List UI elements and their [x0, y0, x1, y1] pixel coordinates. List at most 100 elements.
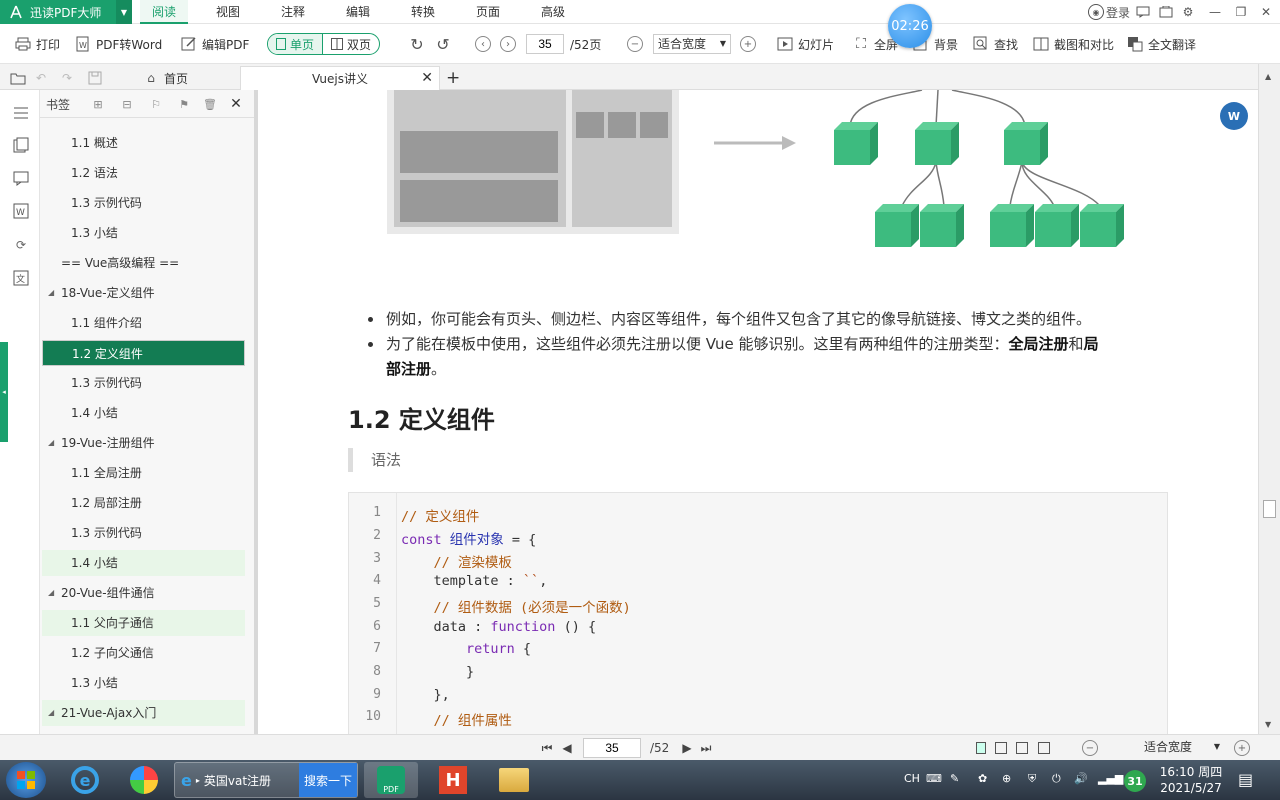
zoom-select[interactable]: 适合宽度 ▼ — [653, 34, 731, 54]
menu-advanced[interactable]: 高级 — [529, 0, 577, 24]
new-tab-icon[interactable]: + — [446, 68, 460, 88]
bookmark-list-icon[interactable] — [12, 104, 30, 122]
menu-convert[interactable]: 转换 — [399, 0, 447, 24]
app-menu-dropdown-icon[interactable]: ▼ — [116, 0, 132, 24]
edit-bookmark-icon[interactable]: ⚑ — [176, 96, 192, 112]
page-number-input[interactable] — [526, 34, 564, 54]
ie-window-task[interactable]: e ▸ 英国vat注册 搜索一下 — [174, 762, 358, 798]
next-page-icon[interactable]: › — [500, 36, 516, 52]
single-page-view-icon[interactable] — [974, 740, 988, 756]
power-tray-icon[interactable]: ⏻ — [1052, 772, 1061, 786]
edit-pdf-button[interactable]: 编辑PDF — [180, 34, 249, 54]
message-icon[interactable] — [1134, 3, 1152, 21]
network-signal-icon[interactable]: ▂▄▆ — [1098, 772, 1123, 785]
find-button[interactable]: 查找 — [972, 34, 1018, 54]
bookmark-item[interactable]: 1.2 子向父通信 — [42, 640, 245, 666]
word-icon[interactable]: W — [12, 202, 30, 220]
scroll-up-icon[interactable]: ▲ — [1265, 72, 1271, 81]
explorer-task[interactable] — [486, 762, 542, 798]
double-page-view-icon[interactable] — [994, 740, 1008, 756]
bookmark-group[interactable]: ◢ 20-Vue-组件通信 — [42, 580, 245, 606]
document-tab[interactable]: Vuejs讲义 ✕ — [240, 66, 440, 90]
add-bookmark-icon[interactable]: ⚐ — [148, 96, 164, 112]
bookmark-item[interactable]: 1.3 小结 — [42, 220, 245, 246]
menu-view[interactable]: 视图 — [204, 0, 252, 24]
bottom-zoom-in-icon[interactable]: + — [1234, 740, 1250, 756]
close-window-icon[interactable]: ✕ — [1257, 3, 1275, 21]
bookmark-item-selected[interactable]: 1.2 定义组件 — [42, 340, 245, 366]
bookmark-item[interactable]: 1.3 示例代码 — [42, 370, 245, 396]
shield-tray-icon[interactable]: ⛨ — [1028, 772, 1036, 786]
bottom-page-input[interactable] — [583, 738, 641, 758]
next-page-arrow-icon[interactable]: ▶ — [680, 740, 694, 756]
taskbar-search-button[interactable]: 搜索一下 — [299, 763, 357, 797]
vertical-scrollbar[interactable]: ▲ ▼ — [1258, 64, 1280, 734]
scroll-thumb[interactable] — [1263, 500, 1276, 518]
home-tab[interactable]: ⌂ 首页 — [142, 68, 188, 88]
refresh-icon[interactable]: ⟳ — [12, 236, 30, 254]
close-tab-icon[interactable]: ✕ — [421, 70, 433, 86]
clock[interactable]: 16:10 周四 2021/5/27 — [1156, 764, 1226, 796]
restore-icon[interactable]: ❐ — [1232, 3, 1250, 21]
translate-side-icon[interactable]: 文 — [12, 269, 30, 287]
print-button[interactable]: 打印 — [14, 34, 60, 54]
expand-triangle-icon[interactable]: ◢ — [48, 280, 54, 306]
settings-gear-icon[interactable]: ⚙ — [1179, 3, 1197, 21]
prev-page-icon[interactable]: ‹ — [475, 36, 491, 52]
redo-icon[interactable]: ↷ — [62, 68, 72, 88]
bookmark-group[interactable]: ◢ 18-Vue-定义组件 — [42, 280, 245, 306]
bookmark-item[interactable]: == Vue高级编程 == — [42, 250, 245, 276]
minimize-icon[interactable]: — — [1206, 3, 1224, 21]
bookmark-item[interactable]: 1.1 概述 — [42, 130, 245, 156]
bookmark-item[interactable]: 1.3 小结 — [42, 670, 245, 696]
bookmark-item[interactable]: 1.2 局部注册 — [42, 490, 245, 516]
app-brand[interactable]: 迅读PDF大师 ▼ — [0, 0, 132, 24]
colorful-app-icon[interactable] — [120, 762, 168, 798]
first-page-icon[interactable]: ⏮ — [540, 740, 554, 756]
thumbnail-icon[interactable] — [12, 136, 30, 154]
bookmark-item[interactable]: 1.1 父向子通信 — [42, 610, 245, 636]
menu-annotate[interactable]: 注释 — [269, 0, 317, 24]
menu-page[interactable]: 页面 — [464, 0, 512, 24]
bookmark-item[interactable]: 1.2 语法 — [42, 160, 245, 186]
bookmark-item[interactable]: 1.1 组件介绍 — [42, 310, 245, 336]
single-page-button[interactable]: 单页 — [268, 34, 323, 54]
ie-taskbar-icon[interactable]: e — [62, 762, 108, 798]
collapse-all-icon[interactable]: ⊟ — [119, 96, 135, 112]
input-settings-icon[interactable]: ✎ — [950, 772, 959, 785]
menu-edit[interactable]: 编辑 — [334, 0, 382, 24]
rotate-clockwise-icon[interactable]: ↻ — [408, 34, 430, 54]
expand-triangle-icon[interactable]: ◢ — [48, 430, 54, 456]
continuous-view-icon[interactable] — [1015, 740, 1029, 756]
floating-word-icon[interactable]: W — [1220, 102, 1248, 130]
bookmark-item[interactable]: 1.4 小结 — [42, 550, 245, 576]
expand-all-icon[interactable]: ⊞ — [90, 96, 106, 112]
delete-bookmark-icon[interactable]: 🗑 — [202, 96, 218, 112]
notification-icon[interactable]: ▤ — [1238, 770, 1253, 789]
bookmark-item[interactable]: 1.3 示例代码 — [42, 520, 245, 546]
close-panel-icon[interactable]: ✕ — [228, 96, 244, 112]
calendar-badge[interactable]: 31 — [1124, 770, 1146, 792]
start-button[interactable] — [6, 762, 46, 798]
expand-triangle-icon[interactable]: ◢ — [48, 700, 54, 726]
h-app-task[interactable]: H — [424, 762, 482, 798]
book-view-icon[interactable] — [1037, 740, 1051, 756]
login-button[interactable]: ◉ 登录 — [1088, 3, 1138, 21]
reading-timer[interactable]: 02:26 — [888, 4, 932, 48]
scroll-down-icon[interactable]: ▼ — [1265, 720, 1271, 729]
expand-triangle-icon[interactable]: ◢ — [48, 580, 54, 606]
save-icon[interactable] — [88, 68, 102, 88]
bottom-zoom-select[interactable]: 适合宽度 ▼ — [1108, 738, 1224, 758]
last-page-icon[interactable]: ⏭ — [699, 740, 713, 756]
bookmark-group[interactable]: ◢ 19-Vue-注册组件 — [42, 430, 245, 456]
input-language[interactable]: CH — [904, 772, 920, 785]
zoom-out-icon[interactable]: − — [627, 36, 643, 52]
comment-icon[interactable] — [12, 169, 30, 187]
screenshot-compare-button[interactable]: 截图和对比 — [1032, 34, 1114, 54]
zoom-in-icon[interactable]: + — [740, 36, 756, 52]
bookmark-item[interactable]: 1.4 小结 — [42, 400, 245, 426]
skin-icon[interactable] — [1157, 3, 1175, 21]
pdf-to-word-button[interactable]: W PDF转Word — [74, 34, 162, 54]
panel-collapse-handle[interactable]: ◂ — [0, 342, 8, 442]
bottom-zoom-out-icon[interactable]: − — [1082, 740, 1098, 756]
